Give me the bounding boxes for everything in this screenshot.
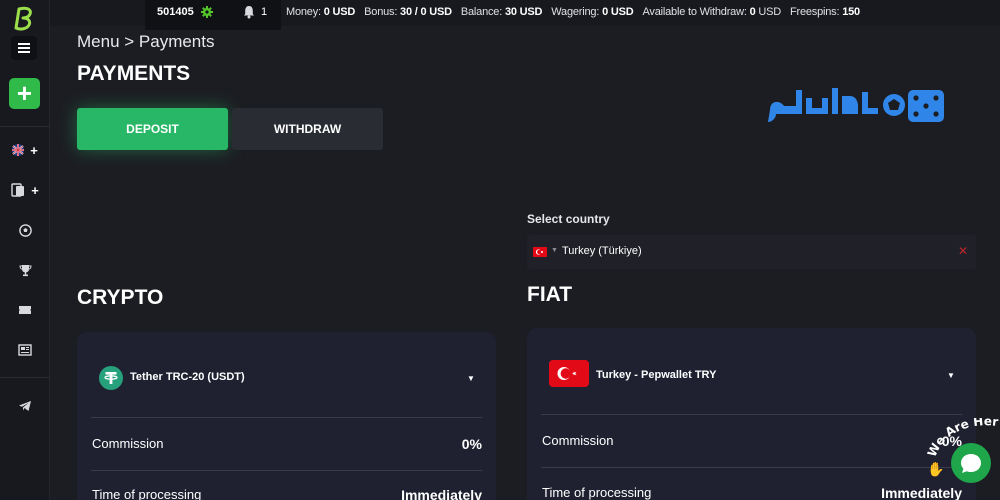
withdraw-tab-button[interactable]: WITHDRAW [232,108,383,150]
turkey-flag-icon [549,360,589,387]
stat-balance: Balance: 30 USD [460,0,543,24]
selected-country: Turkey (Türkiye) [562,245,642,257]
select-country-label: Select country [527,212,610,226]
stat-unit: USD [758,6,781,18]
processing-time-label: Time of processing [92,487,202,500]
balance-stats: Money: 0 USD Bonus: 30 / 0 USD Balance: … [286,0,860,24]
fiat-section-title: FIAT [527,283,573,306]
stat-label: Bonus: [364,6,398,18]
gear-icon[interactable] [201,6,213,18]
chevron-down-icon[interactable]: ▼ [947,371,955,380]
processing-time-value: Immediately [881,485,962,500]
divider [541,414,962,415]
sidebar-item-language[interactable]: + [0,138,50,162]
stat-freespins: Freespins: 150 [790,0,860,24]
stat-available-withdraw: Available to Withdraw: 0 USD [642,0,781,24]
stat-money: Money: 0 USD [286,0,355,24]
menu-icon [18,43,30,53]
chevron-down-icon: ▼ [551,247,558,254]
bell-icon [244,6,254,19]
sidebar-divider [0,126,50,127]
processing-time-value: Immediately [401,487,482,500]
sidebar-item-casino[interactable]: + [0,178,50,202]
notification-count: 1 [261,6,268,18]
trophy-icon [18,264,32,276]
uk-flag-icon [12,144,25,156]
commission-label: Commission [92,436,164,451]
plus-icon: + [31,182,39,198]
stat-label: Wagering: [551,6,600,18]
commission-value: 0% [461,436,482,452]
country-select[interactable]: ▼ Turkey (Türkiye) ✕ [527,235,976,269]
notifications-button[interactable]: 1 [230,0,281,30]
top-bar: 501405 1 Money: 0 USD Bonus: 30 / 0 USD … [50,0,1000,30]
chat-button[interactable] [951,443,991,483]
stat-label: Freespins: [789,6,840,18]
hamburger-menu-button[interactable] [11,36,37,60]
stat-label: Money: [286,6,321,18]
fiat-method-card: Turkey - Pepwallet TRY ▼ Commission 0% T… [527,328,976,500]
stat-value: 0 [749,6,756,18]
stat-value: 0 USD [602,6,634,18]
stat-value: 0 USD [323,6,356,18]
stat-value: 30 USD [504,6,543,18]
add-button[interactable]: + [9,78,40,109]
stat-wagering: Wagering: 0 USD [551,0,633,24]
sidebar-item-sports[interactable] [0,218,50,242]
stat-label: Available to Withdraw: [642,6,747,18]
brand-logo [768,88,944,122]
chat-icon [961,454,981,473]
commission-label: Commission [542,433,614,448]
fiat-method-name[interactable]: Turkey - Pepwallet TRY [596,369,716,381]
page-title: PAYMENTS [77,62,191,85]
crypto-section-title: CRYPTO [77,286,164,309]
stat-value: 150 [842,6,860,18]
divider [541,467,962,468]
sidebar-item-tournaments[interactable] [0,258,50,282]
site-logo-icon[interactable] [12,6,36,32]
wave-hand-icon: ✋ [927,461,944,477]
stat-label: Balance: [460,6,503,18]
ticket-icon [19,306,31,314]
divider [91,417,482,418]
soccer-ball-icon [18,223,32,237]
chevron-down-icon[interactable]: ▼ [467,374,475,383]
sidebar-item-telegram[interactable] [0,394,50,418]
processing-time-label: Time of processing [542,485,652,500]
plus-icon: + [30,142,38,158]
sidebar: + + + [0,0,50,500]
turkey-flag-icon [533,247,547,257]
plus-icon: + [16,78,33,108]
close-icon[interactable]: ✕ [958,244,968,258]
telegram-icon [19,401,31,411]
cards-icon [11,183,25,197]
news-icon [18,344,32,356]
crypto-method-card: Tether TRC-20 (USDT) ▼ Commission 0% Tim… [77,332,496,500]
tether-icon [99,366,123,390]
sidebar-item-tickets[interactable] [0,298,50,322]
breadcrumb[interactable]: Menu > Payments [77,32,215,52]
sidebar-divider [0,377,50,378]
user-id: 501405 [157,6,194,18]
stat-value: 30 / 0 USD [400,6,452,18]
crypto-method-name[interactable]: Tether TRC-20 (USDT) [130,371,245,383]
deposit-tab-button[interactable]: DEPOSIT [77,108,228,150]
sidebar-item-news[interactable] [0,338,50,362]
divider [91,470,482,471]
stat-bonus: Bonus: 30 / 0 USD [364,0,452,24]
